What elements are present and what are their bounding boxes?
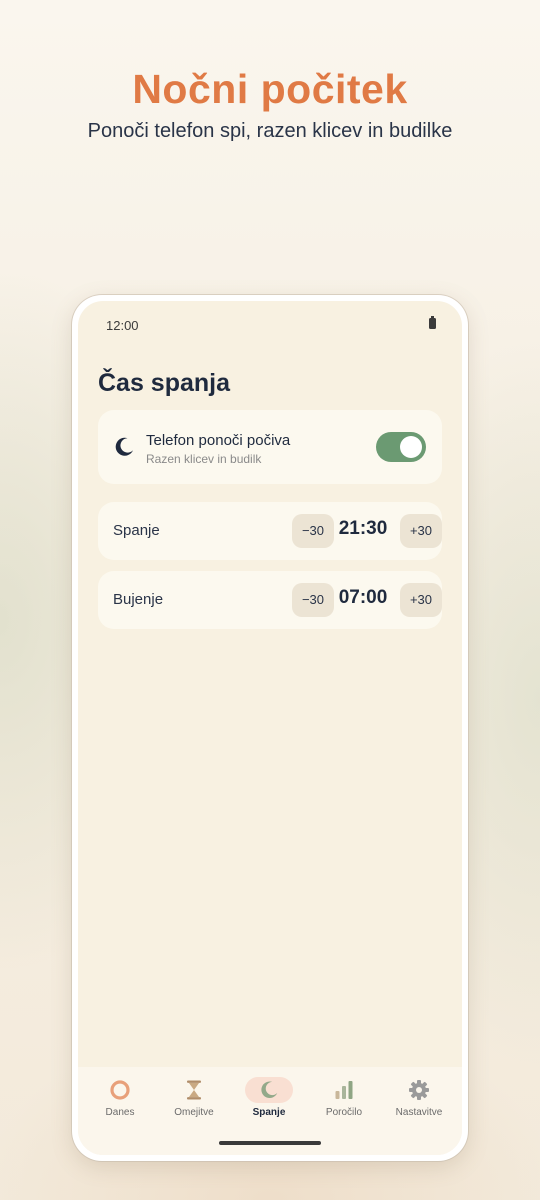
nav-item-nastavitve[interactable]: Nastavitve xyxy=(384,1077,454,1118)
moon-icon xyxy=(115,437,133,456)
bar-chart-icon xyxy=(320,1077,368,1103)
nav-label: Poročilo xyxy=(325,1107,363,1118)
bedtime-row: Spanje −30 21:30 +30 xyxy=(98,502,442,560)
nav-label: Danes xyxy=(105,1107,135,1118)
sleep-toggle-title: Telefon ponoči počiva xyxy=(146,432,291,449)
switch-knob xyxy=(400,436,422,458)
hourglass-icon xyxy=(170,1077,218,1103)
phone-screen: 12:00 Čas spanja Telefon ponoči počiva R… xyxy=(78,301,462,1155)
wakeup-plus-button[interactable]: +30 xyxy=(400,583,442,617)
page-title: Čas spanja xyxy=(98,369,231,397)
home-indicator[interactable] xyxy=(219,1141,321,1145)
bedtime-label: Spanje xyxy=(113,522,160,539)
wakeup-label: Bujenje xyxy=(113,591,164,608)
wakeup-row: Bujenje −30 07:00 +30 xyxy=(98,571,442,629)
bottom-navigation: Danes Omejitve Spanje Poročilo Nastavitv… xyxy=(78,1067,462,1155)
sleep-toggle-card: Telefon ponoči počiva Razen klicev in bu… xyxy=(98,410,442,484)
bedtime-value: 21:30 xyxy=(338,518,388,539)
wakeup-minus-button[interactable]: −30 xyxy=(292,583,334,617)
nav-label: Spanje xyxy=(252,1107,286,1118)
moon-icon xyxy=(245,1077,293,1103)
wakeup-value: 07:00 xyxy=(338,587,388,608)
bedtime-plus-button[interactable]: +30 xyxy=(400,514,442,548)
gear-icon xyxy=(395,1077,443,1103)
phone-frame: 12:00 Čas spanja Telefon ponoči počiva R… xyxy=(72,295,468,1161)
nav-label: Omejitve xyxy=(174,1107,214,1118)
promo-subline: Ponoči telefon spi, razen klicev in budi… xyxy=(87,120,453,142)
nav-item-omejitve[interactable]: Omejitve xyxy=(159,1077,229,1118)
sleep-toggle-switch[interactable] xyxy=(376,432,426,462)
bedtime-minus-button[interactable]: −30 xyxy=(292,514,334,548)
nav-label: Nastavitve xyxy=(395,1107,443,1118)
promo-headline: Nočni počitek xyxy=(132,66,408,112)
battery-icon xyxy=(429,316,436,329)
nav-item-spanje[interactable]: Spanje xyxy=(234,1077,304,1118)
nav-item-porocilo[interactable]: Poročilo xyxy=(309,1077,379,1118)
sleep-toggle-subtitle: Razen klicev in budilk xyxy=(146,452,262,466)
ring-icon xyxy=(96,1077,144,1103)
nav-item-danes[interactable]: Danes xyxy=(85,1077,155,1118)
status-time: 12:00 xyxy=(106,318,139,333)
